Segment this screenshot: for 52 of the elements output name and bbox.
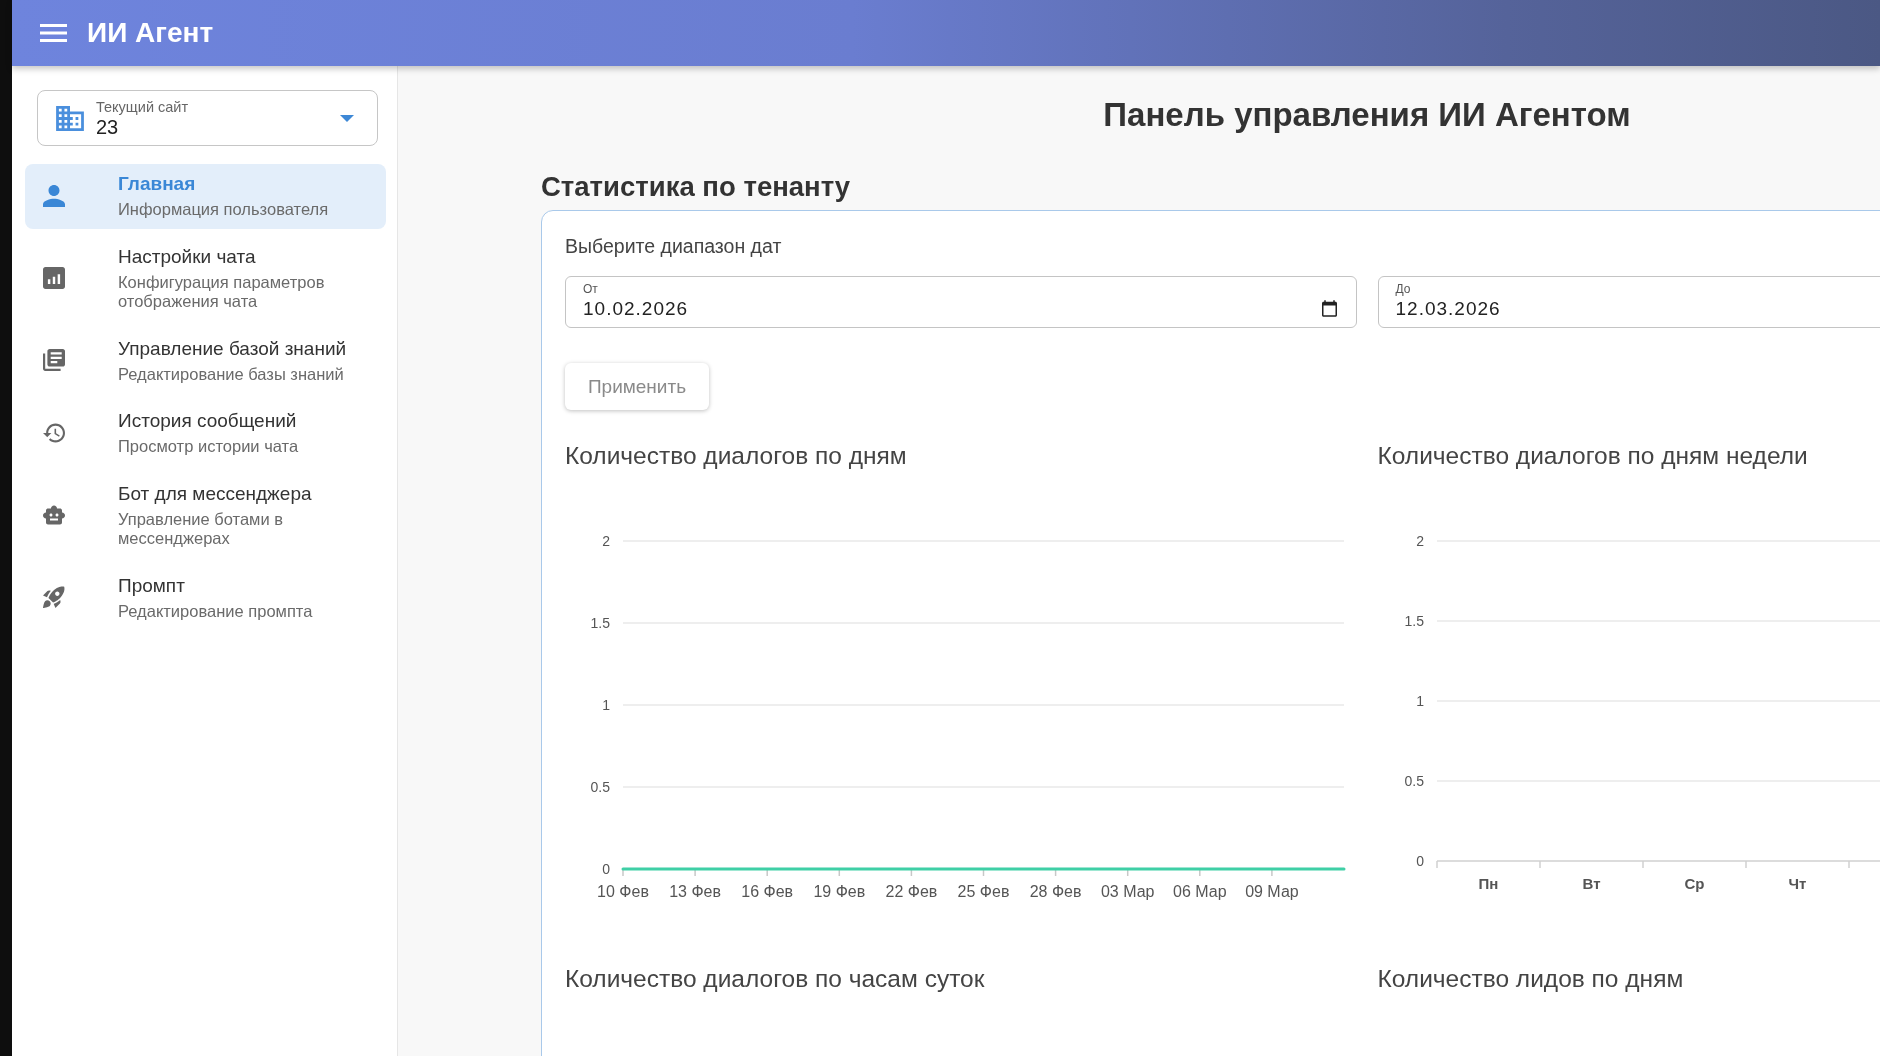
person-icon — [43, 184, 65, 207]
history-icon — [43, 421, 65, 444]
y-axis-label: 1 — [602, 697, 610, 713]
x-axis-label: 25 Фев — [957, 883, 1010, 900]
page-title: Панель управления ИИ Агентом — [1102, 96, 1632, 134]
calendar-icon — [1321, 300, 1337, 317]
document-stack-icon — [43, 349, 65, 372]
nav-item[interactable]: Управление базой знаний Редактирование базы знаний — [25, 328, 386, 393]
app-title: ИИ Агент — [87, 16, 214, 50]
x-axis-label: Вт — [1582, 875, 1600, 892]
chart-title: Количество лидов по дням — [1377, 965, 1685, 993]
nav-item[interactable]: Промпт Редактирование промпта — [25, 565, 386, 630]
nav-item[interactable]: История сообщений Просмотр истории чата — [25, 401, 386, 466]
x-axis-label: 06 Мар — [1173, 883, 1227, 900]
section-title: Статистика по тенанту — [541, 171, 852, 203]
y-axis-label: 1.5 — [590, 615, 610, 631]
robot-icon — [43, 504, 65, 526]
y-axis-label: 0 — [602, 861, 610, 877]
x-axis-label: 13 Фев — [669, 883, 721, 900]
x-axis-label: 16 Фев — [741, 883, 794, 900]
site-select[interactable]: Текущий сайт 23 — [37, 90, 378, 146]
menu-button[interactable] — [40, 24, 67, 42]
x-axis-label: 03 Мар — [1100, 883, 1155, 900]
caret-icon — [340, 114, 354, 122]
y-axis-label: 0.5 — [590, 779, 610, 795]
x-axis-label: 19 Фев — [813, 883, 866, 900]
building-icon — [56, 105, 84, 131]
y-axis-label: 1 — [1415, 693, 1424, 709]
nav-item[interactable]: Бот для мессенджера Управление ботами в мессенджерах — [25, 473, 386, 558]
chart-title: Количество диалогов по часам суток — [565, 965, 986, 993]
x-axis-label: Чт — [1788, 875, 1806, 892]
x-axis-label: Пн — [1478, 875, 1498, 892]
menu-icon — [40, 24, 67, 42]
x-axis-label: 09 Мар — [1245, 883, 1299, 900]
date-field[interactable]: От 10.02.2026 — [565, 276, 1357, 328]
rocket-icon — [43, 586, 65, 609]
nav-item[interactable]: Настройки чата Конфигурация параметров отображения чата — [25, 236, 386, 321]
chart-title: Количество диалогов по дням — [565, 442, 908, 470]
y-axis-label: 0.5 — [1404, 773, 1424, 789]
x-axis-label: 22 Фев — [885, 883, 938, 900]
y-axis-label: 0 — [1415, 853, 1424, 869]
x-axis-label: 10 Фев — [597, 883, 649, 900]
y-axis-label: 1.5 — [1404, 613, 1424, 629]
x-axis-label: 28 Фев — [1029, 883, 1082, 900]
x-axis-label: Ср — [1684, 875, 1704, 892]
date-field[interactable]: До 12.03.2026 — [1377, 276, 1880, 328]
nav-item[interactable]: Главная Информация пользователя — [25, 164, 386, 229]
y-axis-label: 2 — [602, 533, 610, 549]
y-axis-label: 2 — [1415, 533, 1424, 549]
date-range-label: Выберите диапазон дат — [565, 235, 783, 258]
chart-title: Количество диалогов по дням недели — [1377, 442, 1809, 470]
bar-chart-icon — [43, 267, 65, 289]
